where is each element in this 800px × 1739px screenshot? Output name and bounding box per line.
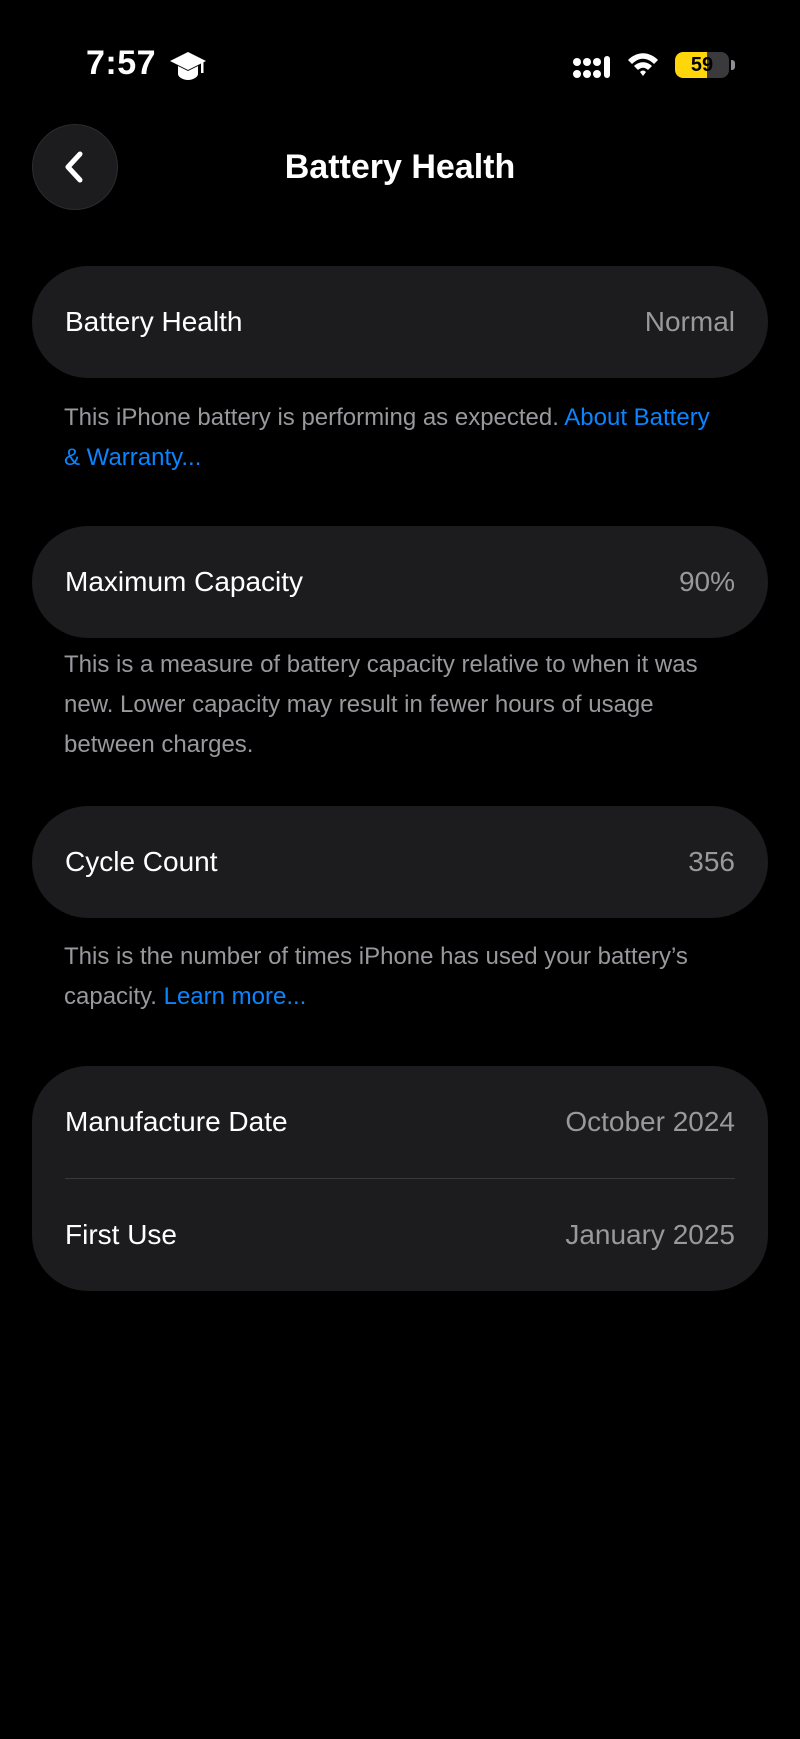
cycle-count-row: Cycle Count 356 (32, 806, 768, 918)
battery-level-text: 59 (690, 54, 714, 76)
maximum-capacity-note: This is a measure of battery capacity re… (64, 651, 698, 758)
status-time: 7:57 (86, 44, 157, 82)
wifi-icon (628, 53, 658, 76)
status-bar: 7:57 59 (0, 0, 800, 120)
first-use-label: First Use (65, 1219, 177, 1250)
battery-icon: 59 (675, 52, 729, 78)
battery-health-label: Battery Health (65, 306, 243, 337)
first-use-row: First Use January 2025 (32, 1179, 768, 1291)
cycle-count-footnote: This is the number of times iPhone has u… (64, 937, 724, 1017)
learn-more-link[interactable]: Learn more... (164, 983, 307, 1010)
first-use-value: January 2025 (565, 1219, 735, 1250)
graduation-cap-icon (170, 52, 206, 80)
battery-health-note: This iPhone battery is performing as exp… (64, 404, 559, 431)
battery-health-value: Normal (644, 306, 735, 337)
manufacture-date-label: Manufacture Date (65, 1106, 288, 1137)
cycle-count-card: Cycle Count 356 (32, 806, 768, 918)
battery-health-footnote: This iPhone battery is performing as exp… (64, 398, 724, 478)
cycle-count-note: This is the number of times iPhone has u… (64, 943, 688, 1010)
battery-health-row: Battery Health Normal (32, 266, 768, 378)
cycle-count-value: 356 (688, 846, 735, 877)
maximum-capacity-card: Maximum Capacity 90% (32, 526, 768, 638)
cycle-count-label: Cycle Count (65, 846, 218, 877)
battery-nub (731, 60, 735, 70)
maximum-capacity-footnote: This is a measure of battery capacity re… (64, 645, 724, 765)
screen: 7:57 59 Battery Health Battery Health No… (0, 0, 800, 1739)
battery-health-card: Battery Health Normal (32, 266, 768, 378)
maximum-capacity-label: Maximum Capacity (65, 566, 304, 597)
dates-card: Manufacture Date October 2024 First Use … (32, 1066, 768, 1291)
manufacture-date-value: October 2024 (565, 1106, 735, 1137)
manufacture-date-row: Manufacture Date October 2024 (32, 1066, 768, 1178)
maximum-capacity-row: Maximum Capacity 90% (32, 526, 768, 638)
maximum-capacity-value: 90% (678, 566, 735, 597)
page-title: Battery Health (284, 148, 516, 186)
cellular-signal-icon (573, 56, 610, 78)
